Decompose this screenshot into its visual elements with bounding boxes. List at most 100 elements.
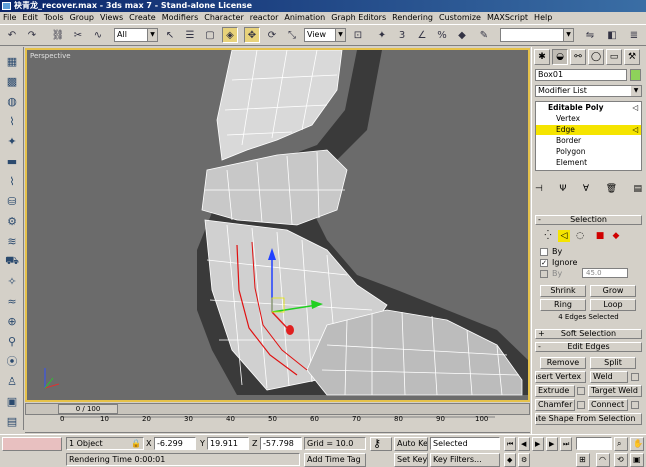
menu-animation[interactable]: Animation (281, 12, 328, 24)
insert-vertex-button[interactable]: Insert Vertex (535, 371, 586, 383)
weld-settings-icon[interactable] (631, 373, 639, 381)
water-icon[interactable]: ≈ (4, 293, 20, 309)
vertex-mode-icon[interactable]: ⁛ (542, 230, 554, 242)
percent-snap-icon[interactable]: % (434, 27, 450, 43)
undo-icon[interactable]: ↶ (4, 27, 20, 43)
motor-icon[interactable]: ⚙ (4, 213, 20, 229)
track-bar[interactable]: 0 10 20 30 40 50 60 70 80 90 100 (25, 415, 530, 433)
border-mode-icon[interactable]: ◌ (574, 230, 586, 242)
menu-create[interactable]: Create (126, 12, 159, 24)
create-animation-icon[interactable]: ▤ (4, 413, 20, 429)
lock-icon[interactable]: 🔒 (131, 438, 141, 449)
menu-character[interactable]: Character (201, 12, 247, 24)
orbit-icon[interactable]: ⟲ (614, 453, 628, 467)
ignore-backfacing-checkbox[interactable]: ✓ (540, 259, 548, 267)
extrude-settings-icon[interactable] (577, 387, 585, 395)
spring-icon[interactable]: ⌇ (4, 173, 20, 189)
configure-sets-icon[interactable]: ▤ (633, 184, 642, 198)
motion-tab-icon[interactable]: ◯ (588, 49, 604, 65)
menu-customize[interactable]: Customize (436, 12, 484, 24)
modifier-list-dropdown[interactable]: Modifier List ▼ (535, 85, 642, 97)
menu-help[interactable]: Help (531, 12, 555, 24)
play-icon[interactable]: ▶ (532, 437, 544, 451)
menu-maxscript[interactable]: MAXScript (484, 12, 531, 24)
menu-graph-editors[interactable]: Graph Editors (328, 12, 389, 24)
field-of-view-icon[interactable]: ◠ (596, 453, 610, 467)
angle-snap-icon[interactable]: ∠ (414, 27, 430, 43)
soft-selection-rollout-header[interactable]: + Soft Selection (535, 329, 642, 339)
named-selection-dropdown[interactable]: ▼ (500, 28, 574, 42)
create-shape-button[interactable]: Create Shape From Selection (535, 413, 642, 425)
stack-item-element[interactable]: Element (536, 158, 641, 168)
pan-icon[interactable]: ✋ (630, 437, 644, 451)
create-tab-icon[interactable]: ✱ (534, 49, 550, 65)
bind-space-warp-icon[interactable]: ∿ (90, 27, 106, 43)
maximize-viewport-icon[interactable]: ▣ (630, 453, 644, 467)
by-angle-checkbox[interactable] (540, 270, 548, 278)
pivot-center-icon[interactable]: ⊡ (350, 27, 366, 43)
ring-button[interactable]: Ring (540, 299, 586, 311)
target-weld-button[interactable]: Target Weld (588, 385, 642, 397)
time-config-icon[interactable]: ⚙ (518, 453, 530, 467)
toy-car-icon[interactable]: ⛟ (4, 253, 20, 269)
zoom-extents-icon[interactable]: ⊞ (576, 453, 590, 467)
menu-rendering[interactable]: Rendering (389, 12, 436, 24)
object-name-field[interactable]: Box01 (535, 69, 627, 81)
spinner-snap-icon[interactable]: ◆ (454, 27, 470, 43)
chamfer-settings-icon[interactable] (577, 401, 585, 409)
mirror-icon[interactable]: ⇋ (582, 27, 598, 43)
menu-group[interactable]: Group (67, 12, 97, 24)
select-and-move-icon[interactable]: ✥ (244, 27, 260, 43)
add-time-tag-button[interactable]: Add Time Tag (304, 453, 366, 467)
select-manipulate-icon[interactable]: ✦ (374, 27, 390, 43)
time-slider-thumb[interactable]: 0 / 100 (58, 404, 118, 414)
polygon-mode-icon[interactable]: ■ (594, 230, 606, 242)
hierarchy-tab-icon[interactable]: ⚯ (570, 49, 586, 65)
select-object-icon[interactable]: ↖ (162, 27, 178, 43)
y-coordinate-field[interactable]: 19.911 (207, 437, 249, 450)
point-to-point-icon[interactable]: ⦿ (4, 353, 20, 369)
hinge-icon[interactable]: ⚲ (4, 333, 20, 349)
remove-modifier-icon[interactable]: 🗑 (606, 184, 617, 198)
selection-filter-dropdown[interactable]: All ▼ (114, 28, 158, 42)
constraint-solver-icon[interactable]: ⊕ (4, 313, 20, 329)
cloth-collection-icon[interactable]: ▩ (4, 73, 20, 89)
key-mode-dropdown[interactable]: Selected (430, 437, 500, 450)
unlink-icon[interactable]: ✂ (70, 27, 86, 43)
edit-named-selection-icon[interactable]: ✎ (476, 27, 492, 43)
go-to-end-icon[interactable]: ⏭ (560, 437, 572, 451)
menu-tools[interactable]: Tools (41, 12, 67, 24)
window-crossing-icon[interactable]: ◈ (222, 27, 238, 43)
select-by-name-icon[interactable]: ☰ (182, 27, 198, 43)
auto-key-button[interactable]: Auto Key (394, 437, 428, 451)
maxscript-listener-mini[interactable] (2, 437, 62, 451)
loop-button[interactable]: Loop (590, 299, 636, 311)
select-and-link-icon[interactable]: ⛓ (50, 27, 66, 43)
menu-views[interactable]: Views (97, 12, 126, 24)
remove-button[interactable]: Remove (540, 357, 586, 369)
dashpot-icon[interactable]: ⛁ (4, 193, 20, 209)
split-button[interactable]: Split (590, 357, 636, 369)
connect-button[interactable]: Connect (588, 399, 628, 411)
next-frame-icon[interactable]: ▶ (546, 437, 558, 451)
shrink-button[interactable]: Shrink (540, 285, 586, 297)
go-to-start-icon[interactable]: ⏮ (504, 437, 516, 451)
layer-manager-icon[interactable]: ≣ (626, 27, 642, 43)
modify-tab-icon[interactable]: ◒ (552, 49, 568, 65)
x-coordinate-field[interactable]: -6.299 (154, 437, 196, 450)
weld-button[interactable]: Weld (590, 371, 628, 383)
set-key-button[interactable]: Set Key (394, 453, 428, 467)
element-mode-icon[interactable]: ◆ (610, 230, 622, 242)
by-vertex-checkbox[interactable] (540, 248, 548, 256)
perspective-viewport[interactable]: Perspective (25, 48, 530, 402)
zoom-icon[interactable]: ⌕ (614, 437, 628, 451)
key-mode-toggle-icon[interactable]: ◆ (504, 453, 516, 467)
snap-toggle-icon[interactable]: 3 (394, 27, 410, 43)
preview-animation-icon[interactable]: ▣ (4, 393, 20, 409)
time-slider[interactable]: 0 / 100 (25, 403, 530, 415)
rectangular-selection-icon[interactable]: ▢ (202, 27, 218, 43)
deforming-mesh-icon[interactable]: ✦ (4, 133, 20, 149)
stack-item-polygon[interactable]: Polygon (536, 147, 641, 157)
fracture-icon[interactable]: ✧ (4, 273, 20, 289)
menu-file[interactable]: File (0, 12, 19, 24)
